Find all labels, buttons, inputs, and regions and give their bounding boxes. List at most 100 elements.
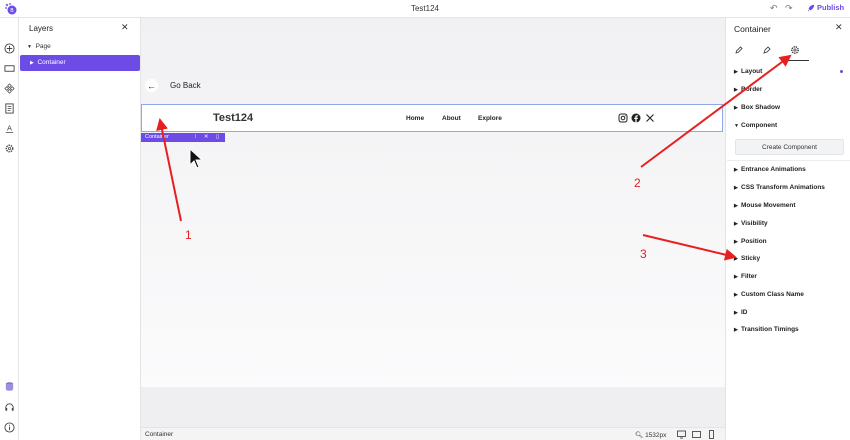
go-back-label: Go Back [170, 81, 201, 90]
chevron-right-icon: ▶ [734, 203, 738, 209]
desktop-icon[interactable] [677, 430, 686, 439]
section-label: Box Shadow [741, 104, 781, 111]
section-label: ID [741, 309, 748, 316]
section-border[interactable]: ▶ Border [734, 86, 762, 93]
chevron-down-icon: ▼ [734, 123, 739, 129]
create-component-button[interactable]: Create Component [735, 139, 844, 155]
settings-icon[interactable] [3, 142, 15, 154]
container-element[interactable]: Test124 Home About Explore [141, 104, 723, 132]
section-transition-timings[interactable]: ▶ Transition Timings [734, 326, 799, 333]
selected-tag-label: Container [145, 134, 169, 140]
divider [727, 160, 850, 161]
svg-text:A: A [6, 123, 11, 132]
properties-panel: Container ✕ ▶ Layout ▶ Border ▶ Box Shadow … [725, 18, 850, 440]
layer-item-page[interactable]: ▼ Page [27, 43, 51, 50]
site-title[interactable]: Test124 [213, 112, 253, 124]
chevron-right-icon: ▶ [734, 105, 738, 111]
chevron-right-icon: ▶ [734, 274, 738, 280]
section-layout[interactable]: ▶ Layout [734, 68, 762, 75]
section-mouse-movement[interactable]: ▶ Mouse Movement [734, 202, 796, 209]
section-label: Component [741, 122, 778, 129]
layers-panel: Layers ✕ ▼ Page ▶ Container [19, 18, 141, 440]
selected-element-tag[interactable]: Container ⁞ ✕ ▯ [141, 133, 225, 142]
section-label: Sticky [741, 255, 761, 262]
chevron-right-icon: ▶ [734, 327, 738, 333]
section-label: Position [741, 238, 767, 245]
section-icon[interactable] [3, 62, 15, 74]
chevron-right-icon: ▶ [734, 221, 738, 227]
publish-button[interactable]: Publish [807, 3, 844, 12]
nav-link-explore[interactable]: Explore [478, 115, 502, 122]
section-box-shadow[interactable]: ▶ Box Shadow [734, 104, 780, 111]
instagram-icon[interactable] [618, 113, 628, 123]
chevron-right-icon: ▶ [734, 310, 738, 316]
zoom-value: 1532px [645, 432, 667, 439]
facebook-icon[interactable] [631, 113, 641, 123]
typography-icon[interactable]: A [3, 122, 15, 134]
edit-icon[interactable] [734, 45, 746, 57]
undo-icon[interactable]: ↶ [770, 3, 778, 14]
section-component[interactable]: ▼ Component [734, 122, 777, 129]
top-bar: B Test124 ↶ ↷ Publish [0, 0, 850, 18]
section-label: Mouse Movement [741, 202, 796, 209]
annotation-label-3: 3 [640, 247, 647, 261]
active-tab-indicator [785, 60, 809, 61]
section-label: Filter [741, 273, 757, 280]
annotation-label-2: 2 [634, 176, 641, 190]
style-icon[interactable] [762, 45, 774, 57]
chevron-down-icon[interactable]: ▼ [27, 44, 32, 50]
section-custom-class-name[interactable]: ▶ Custom Class Name [734, 291, 804, 298]
chevron-right-icon[interactable]: ▶ [30, 60, 34, 66]
mobile-icon[interactable] [707, 430, 716, 439]
chevron-right-icon: ▶ [734, 256, 738, 262]
layer-item-container[interactable]: ▶ Container [20, 55, 140, 71]
section-label: Border [741, 86, 763, 93]
chevron-right-icon: ▶ [734, 185, 738, 191]
chevron-right-icon: ▶ [734, 292, 738, 298]
section-sticky[interactable]: ▶ Sticky [734, 255, 760, 262]
element-tools[interactable]: ⁞ ✕ ▯ [195, 133, 222, 142]
components-icon[interactable] [3, 82, 15, 94]
close-icon[interactable]: ✕ [835, 22, 843, 33]
database-icon[interactable] [3, 380, 15, 392]
go-back-link[interactable]: ← Go Back [145, 79, 201, 92]
chevron-right-icon: ▶ [734, 87, 738, 93]
section-position[interactable]: ▶ Position [734, 238, 767, 245]
section-label: Entrance Animations [741, 166, 806, 173]
chevron-right-icon: ▶ [734, 167, 738, 173]
nav-link-about[interactable]: About [442, 115, 461, 122]
document-title: Test124 [410, 4, 440, 13]
redo-icon[interactable]: ↷ [785, 3, 793, 14]
section-filter[interactable]: ▶ Filter [734, 273, 757, 280]
annotation-label-1: 1 [185, 228, 192, 242]
canvas[interactable]: ← Go Back Test124 Home About Explore Con… [141, 18, 725, 440]
canvas-status-bar: Container 🔍︎ 1532px [141, 427, 725, 440]
section-css-transform-animations[interactable]: ▶ CSS Transform Animations [734, 184, 825, 191]
add-icon[interactable] [3, 42, 15, 54]
close-icon[interactable]: ✕ [121, 22, 129, 33]
panel-title: Container [734, 24, 771, 34]
support-icon[interactable] [3, 401, 15, 413]
layer-label: Page [35, 43, 51, 50]
chevron-right-icon: ▶ [734, 239, 738, 245]
x-icon[interactable] [645, 113, 655, 123]
section-label: Layout [741, 68, 763, 75]
section-entrance-animations[interactable]: ▶ Entrance Animations [734, 166, 806, 173]
left-rail: A [0, 18, 19, 440]
settings-icon[interactable] [790, 45, 802, 57]
page-preview[interactable]: ← Go Back Test124 Home About Explore Con… [141, 18, 725, 387]
chevron-right-icon: ▶ [734, 69, 738, 75]
section-id[interactable]: ▶ ID [734, 309, 748, 316]
status-element-label: Container [145, 431, 174, 438]
mouse-cursor-icon [189, 148, 204, 169]
section-visibility[interactable]: ▶ Visibility [734, 220, 768, 227]
section-label: Transition Timings [741, 326, 799, 333]
section-label: Custom Class Name [741, 291, 804, 298]
arrow-left-icon[interactable]: ← [145, 79, 158, 92]
info-icon[interactable] [3, 421, 15, 433]
pages-icon[interactable] [3, 102, 15, 114]
modified-indicator [840, 70, 843, 73]
nav-link-home[interactable]: Home [406, 115, 424, 122]
tablet-icon[interactable] [692, 430, 701, 439]
zoom-readout[interactable]: 🔍︎ 1532px [635, 431, 666, 439]
